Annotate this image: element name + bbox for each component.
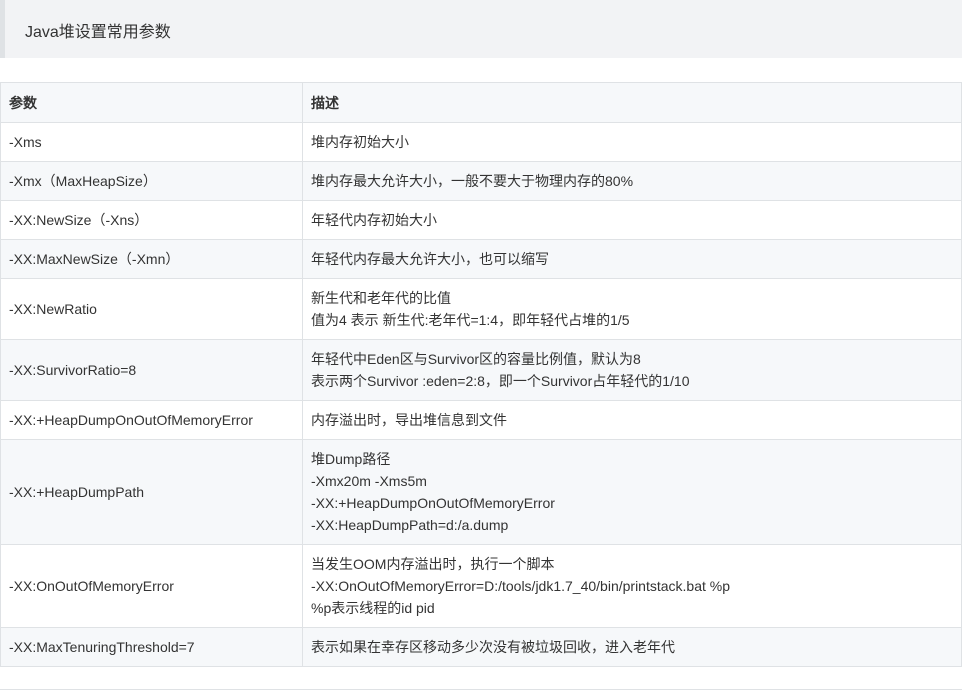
desc-line: 堆内存初始大小 xyxy=(311,134,409,150)
table-row: -XX:NewRatio 新生代和老年代的比值 值为4 表示 新生代:老年代=1… xyxy=(0,278,962,340)
table-row: -XX:NewSize（-Xns） 年轻代内存初始大小 xyxy=(0,200,962,240)
table-row: -XX:MaxTenuringThreshold=7 表示如果在幸存区移动多少次… xyxy=(0,627,962,667)
desc-cell: 年轻代中Eden区与Survivor区的容量比例值，默认为8 表示两个Survi… xyxy=(302,339,962,401)
param-cell: -XX:MaxNewSize（-Xmn） xyxy=(0,239,303,279)
table-row: -XX:+HeapDumpOnOutOfMemoryError 内存溢出时，导出… xyxy=(0,400,962,440)
desc-cell: 堆内存初始大小 xyxy=(302,122,962,162)
desc-cell: 年轻代内存初始大小 xyxy=(302,200,962,240)
desc-line: -XX:OnOutOfMemoryError=D:/tools/jdk1.7_4… xyxy=(311,578,731,594)
desc-line: 年轻代内存初始大小 xyxy=(311,212,437,228)
desc-cell: 当发生OOM内存溢出时，执行一个脚本 -XX:OnOutOfMemoryErro… xyxy=(302,544,962,628)
section-heading: Java堆设置常用参数 xyxy=(25,24,171,41)
table-row: -Xmx（MaxHeapSize） 堆内存最大允许大小，一般不要大于物理内存的8… xyxy=(0,161,962,201)
section-heading-bar: Java堆设置常用参数 xyxy=(0,0,962,58)
divider xyxy=(0,689,962,690)
param-cell: -Xmx（MaxHeapSize） xyxy=(0,161,303,201)
desc-cell: 表示如果在幸存区移动多少次没有被垃圾回收，进入老年代 xyxy=(302,627,962,667)
parameter-table: 参数 描述 -Xms 堆内存初始大小 -Xmx（MaxHeapSize） 堆内存… xyxy=(0,82,962,667)
desc-line: 表示如果在幸存区移动多少次没有被垃圾回收，进入老年代 xyxy=(311,639,675,655)
param-cell: -Xms xyxy=(0,122,303,162)
desc-line: 堆内存最大允许大小，一般不要大于物理内存的80% xyxy=(311,173,634,189)
desc-line: 值为4 表示 新生代:老年代=1:4，即年轻代占堆的1/5 xyxy=(311,312,630,328)
desc-cell: 新生代和老年代的比值 值为4 表示 新生代:老年代=1:4，即年轻代占堆的1/5 xyxy=(302,278,962,340)
desc-cell: 堆Dump路径 -Xmx20m -Xms5m -XX:+HeapDumpOnOu… xyxy=(302,439,962,545)
param-cell: -XX:MaxTenuringThreshold=7 xyxy=(0,627,303,667)
table-row: -XX:MaxNewSize（-Xmn） 年轻代内存最大允许大小，也可以缩写 xyxy=(0,239,962,279)
desc-cell: 内存溢出时，导出堆信息到文件 xyxy=(302,400,962,440)
desc-cell: 年轻代内存最大允许大小，也可以缩写 xyxy=(302,239,962,279)
param-cell: -XX:OnOutOfMemoryError xyxy=(0,544,303,628)
desc-line: %p表示线程的id pid xyxy=(311,600,435,616)
table-row: -XX:+HeapDumpPath 堆Dump路径 -Xmx20m -Xms5m… xyxy=(0,439,962,545)
desc-line: -XX:HeapDumpPath=d:/a.dump xyxy=(311,517,509,533)
column-header-desc: 描述 xyxy=(302,82,962,123)
desc-line: 表示两个Survivor :eden=2:8，即一个Survivor占年轻代的1… xyxy=(311,373,690,389)
table-row: -XX:SurvivorRatio=8 年轻代中Eden区与Survivor区的… xyxy=(0,339,962,401)
table-header-row: 参数 描述 xyxy=(0,82,962,123)
param-cell: -XX:+HeapDumpOnOutOfMemoryError xyxy=(0,400,303,440)
desc-line: 堆Dump路径 xyxy=(311,451,391,467)
column-header-param: 参数 xyxy=(0,82,303,123)
param-cell: -XX:NewSize（-Xns） xyxy=(0,200,303,240)
table-row: -Xms 堆内存初始大小 xyxy=(0,122,962,162)
desc-line: -Xmx20m -Xms5m xyxy=(311,473,427,489)
desc-line: 当发生OOM内存溢出时，执行一个脚本 xyxy=(311,556,555,572)
desc-line: 年轻代中Eden区与Survivor区的容量比例值，默认为8 xyxy=(311,351,641,367)
param-cell: -XX:+HeapDumpPath xyxy=(0,439,303,545)
table-row: -XX:OnOutOfMemoryError 当发生OOM内存溢出时，执行一个脚… xyxy=(0,544,962,628)
desc-line: -XX:+HeapDumpOnOutOfMemoryError xyxy=(311,495,555,511)
desc-line: 年轻代内存最大允许大小，也可以缩写 xyxy=(311,251,549,267)
desc-cell: 堆内存最大允许大小，一般不要大于物理内存的80% xyxy=(302,161,962,201)
desc-line: 内存溢出时，导出堆信息到文件 xyxy=(311,412,507,428)
param-cell: -XX:SurvivorRatio=8 xyxy=(0,339,303,401)
desc-line: 新生代和老年代的比值 xyxy=(311,290,451,306)
param-cell: -XX:NewRatio xyxy=(0,278,303,340)
